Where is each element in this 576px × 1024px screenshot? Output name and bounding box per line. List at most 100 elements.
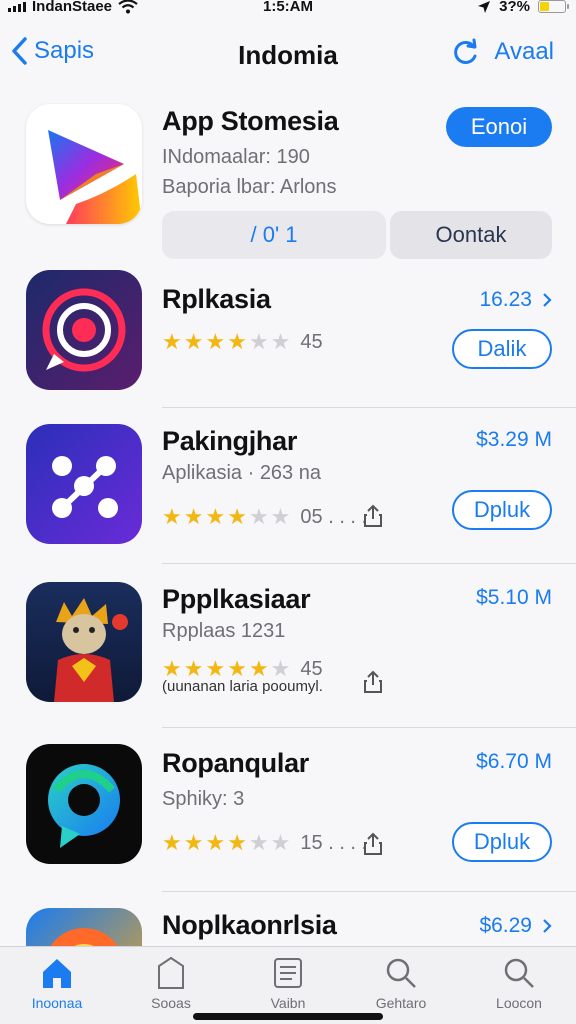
- app-title: App Stomesia: [162, 106, 339, 136]
- segment-left-button[interactable]: / 0' 1: [162, 211, 386, 259]
- star-rating: ★ ★ ★ ★ ★ ★ 05 . . . .: [162, 504, 367, 530]
- tab-label: Inoonaa: [31, 995, 83, 1011]
- tab-label: Vaibn: [270, 995, 306, 1011]
- search-icon: [504, 958, 534, 988]
- star-icon: ★: [183, 329, 204, 354]
- tab-home[interactable]: Inoonaa: [12, 955, 102, 1011]
- star-icon: ★: [162, 329, 182, 354]
- add-button[interactable]: Avaal: [494, 38, 554, 66]
- star-icon: ★: [162, 830, 182, 855]
- contact-button[interactable]: Oontak: [390, 211, 552, 259]
- chevron-right-icon: [543, 293, 552, 307]
- tab-label: Loocon: [496, 995, 542, 1011]
- navigation-bar: Sapis Indomia Avaal: [0, 28, 576, 84]
- tab-label: Sooas: [151, 995, 191, 1011]
- price-label: $5.10 M: [476, 586, 552, 609]
- star-icon: ★: [248, 830, 269, 855]
- hero-character-app-icon: [26, 582, 142, 702]
- list-icon: [274, 958, 302, 988]
- star-icon: ★: [162, 504, 182, 529]
- list-item[interactable]: Ppplkasiaar Rpplaas 1231 ★ ★ ★ ★ ★ ★ 45 (uuna…: [0, 580, 576, 726]
- star-icon: ★: [227, 830, 247, 855]
- star-icon: ★: [183, 830, 204, 855]
- star-icon: ★: [227, 504, 247, 529]
- star-icon: ★: [248, 504, 269, 529]
- list-item[interactable]: Ropanqular Sphiky: 3 ★ ★ ★ ★ ★ ★ 15 . . . . $…: [0, 744, 576, 892]
- app-subtitle: Sphiky: 3: [162, 788, 245, 810]
- battery-icon: [538, 0, 569, 13]
- status-bar: IndanStaee 1:5:AM 3?%: [0, 0, 576, 18]
- tab-loocon[interactable]: Loocon: [474, 955, 564, 1011]
- app-title: Noplkaonrlsia: [162, 910, 337, 940]
- tab-label: Gehtaro: [375, 995, 427, 1011]
- app-title: Ropanqular: [162, 748, 310, 778]
- divider: [162, 891, 576, 892]
- chat-app-icon: [26, 744, 142, 864]
- rating-count: 05 . . . .: [300, 505, 368, 528]
- list-item[interactable]: Pakingjhar Aplikasia · 263 na ★ ★ ★ ★ ★ ★ 05 …: [0, 424, 576, 564]
- price-link[interactable]: 16.23: [479, 288, 552, 312]
- price-label: 16.23: [479, 288, 532, 311]
- star-icon: ★: [205, 504, 226, 529]
- contact-label: Oontak: [435, 222, 507, 247]
- featured-app[interactable]: App Stomesia INdomaalar: 190 Baporia lba…: [0, 100, 576, 270]
- star-icon: ★: [183, 504, 204, 529]
- app-info-line: Baporia lbar: Arlons: [162, 176, 337, 198]
- home-icon: [43, 959, 71, 988]
- rating-count: 15 . . . .: [300, 831, 368, 854]
- tab-vaibn[interactable]: Vaibn: [243, 955, 333, 1011]
- home-indicator: [193, 1013, 383, 1020]
- star-icon: ★: [270, 329, 291, 354]
- get-button[interactable]: Dpluk: [452, 490, 552, 530]
- star-icon: ★: [205, 329, 226, 354]
- price-label: $6.70 M: [476, 750, 552, 773]
- star-icon: ★: [270, 504, 291, 529]
- target-app-icon: [26, 270, 142, 390]
- rating-count: 45: [300, 330, 323, 353]
- app-subtitle: Aplikasia · 263 na: [162, 462, 321, 484]
- app-title: Pakingjhar: [162, 426, 298, 456]
- get-button-label: Dpluk: [473, 497, 531, 522]
- star-icon: ★: [227, 329, 247, 354]
- divider: [162, 727, 576, 728]
- price-label: $6.29: [479, 914, 532, 937]
- price-label: $3.29 M: [476, 428, 552, 451]
- star-rating: ★ ★ ★ ★ ★ ★ 15 . . . .: [162, 830, 367, 856]
- get-button-label: Dpluk: [473, 829, 531, 854]
- star-rating: ★ ★ ★ ★ ★ ★ 45: [162, 329, 323, 355]
- get-button[interactable]: Dalik: [452, 329, 552, 369]
- chevron-right-icon: [543, 919, 552, 933]
- segment-left-label: / 0' 1: [250, 222, 298, 247]
- tab-gehtaro[interactable]: Gehtaro: [356, 955, 446, 1011]
- tag-icon: [158, 956, 184, 989]
- divider: [162, 407, 576, 408]
- refresh-icon[interactable]: [452, 38, 480, 66]
- get-button[interactable]: Eonoi: [446, 107, 552, 147]
- location-arrow-icon: [478, 0, 491, 13]
- divider: [162, 563, 576, 564]
- network-app-icon: [26, 424, 142, 544]
- app-title: Rplkasia: [162, 284, 271, 314]
- tab-sooas[interactable]: Sooas: [126, 955, 216, 1011]
- get-button-label: Dalik: [477, 336, 527, 361]
- star-icon: ★: [205, 830, 226, 855]
- app-subtitle: Rpplaas 1231: [162, 620, 286, 642]
- list-item[interactable]: Rplkasia ★ ★ ★ ★ ★ ★ 45 16.23 Dalik: [0, 270, 576, 408]
- app-title: Ppplkasiaar: [162, 584, 311, 614]
- list-item[interactable]: Noplkaonrlsia $6.29: [0, 906, 576, 950]
- price-link[interactable]: $6.29: [479, 914, 552, 938]
- add-button-label: Avaal: [494, 38, 554, 65]
- battery-percent: 3?%: [499, 0, 530, 15]
- tab-bar: Inoonaa Sooas Vaibn Gehtaro Loocon: [0, 946, 576, 1024]
- app-store-logo-icon: [26, 104, 142, 224]
- search-icon: [386, 958, 416, 988]
- get-button[interactable]: Dpluk: [452, 822, 552, 862]
- star-icon: ★: [270, 830, 291, 855]
- app-info-line: INdomaalar: 190: [162, 146, 310, 168]
- get-button-label: Eonoi: [470, 114, 528, 139]
- app-icon: [26, 908, 142, 950]
- app-caption: (uunanan laria pooumyl.: [162, 678, 323, 695]
- share-icon[interactable]: [362, 670, 384, 694]
- share-icon[interactable]: [362, 832, 384, 856]
- share-icon[interactable]: [362, 504, 384, 528]
